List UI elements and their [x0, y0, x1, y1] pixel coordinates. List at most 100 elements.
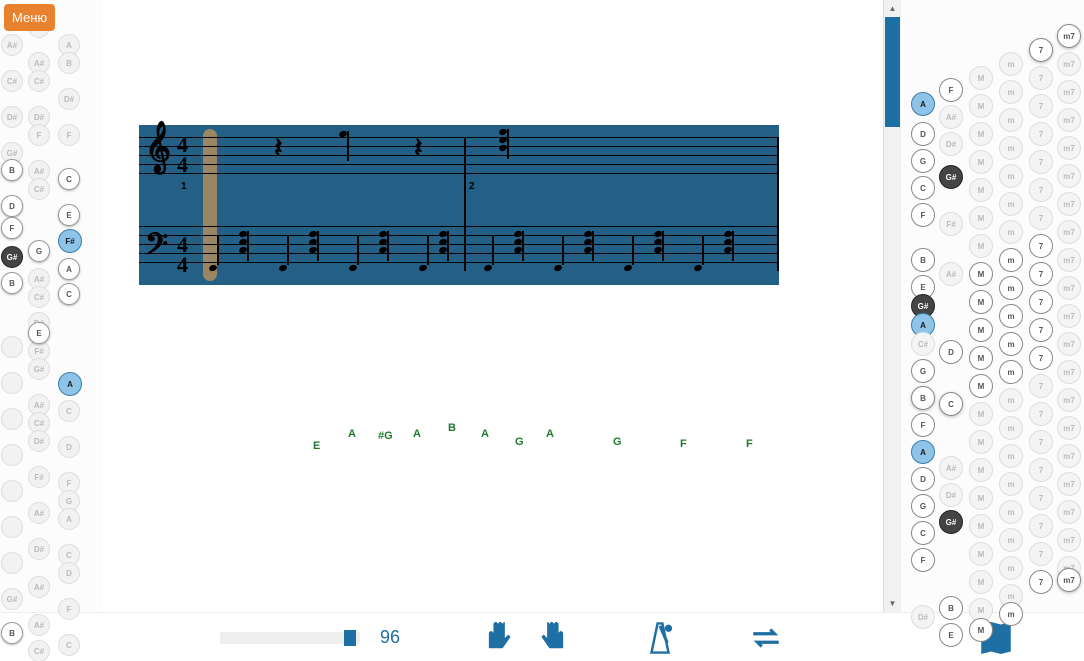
- kb-btn[interactable]: D#: [28, 430, 50, 452]
- kb-btn-major[interactable]: M: [969, 206, 993, 230]
- kb-btn-highlight[interactable]: A: [58, 372, 82, 396]
- kb-btn[interactable]: D#: [939, 483, 963, 507]
- kb-btn-minor[interactable]: m: [999, 416, 1023, 440]
- kb-btn[interactable]: F#: [28, 466, 50, 488]
- kb-btn-m7[interactable]: m7: [1057, 444, 1081, 468]
- kb-btn-m7[interactable]: m7: [1057, 164, 1081, 188]
- kb-btn-m7[interactable]: m7: [1057, 332, 1081, 356]
- kb-btn-7[interactable]: 7: [1029, 94, 1053, 118]
- kb-btn-active[interactable]: G#: [939, 165, 963, 189]
- kb-btn-minor[interactable]: m: [999, 332, 1023, 356]
- kb-btn-7[interactable]: 7: [1029, 290, 1053, 314]
- kb-btn-minor[interactable]: m: [999, 164, 1023, 188]
- kb-btn-minor[interactable]: m: [999, 472, 1023, 496]
- kb-btn[interactable]: [1, 444, 23, 466]
- kb-btn-m7[interactable]: m7: [1057, 360, 1081, 384]
- kb-btn[interactable]: B: [58, 52, 80, 74]
- kb-btn[interactable]: D#: [911, 605, 935, 629]
- kb-btn-major[interactable]: M: [969, 150, 993, 174]
- kb-btn-major[interactable]: M: [969, 262, 993, 286]
- kb-btn-major[interactable]: M: [969, 514, 993, 538]
- kb-btn[interactable]: G: [911, 359, 935, 383]
- kb-btn[interactable]: C: [911, 176, 935, 200]
- kb-btn-m7[interactable]: m7: [1057, 24, 1081, 48]
- kb-btn[interactable]: [1, 408, 23, 430]
- kb-btn-major[interactable]: M: [969, 618, 993, 642]
- kb-btn[interactable]: D: [58, 436, 80, 458]
- kb-btn[interactable]: G#: [28, 358, 50, 380]
- kb-btn[interactable]: G: [911, 149, 935, 173]
- kb-btn-7[interactable]: 7: [1029, 570, 1053, 594]
- kb-btn-major[interactable]: M: [969, 290, 993, 314]
- slider-knob[interactable]: [344, 630, 356, 646]
- kb-btn[interactable]: C#: [1, 70, 23, 92]
- kb-btn-7[interactable]: 7: [1029, 402, 1053, 426]
- kb-btn-m7[interactable]: m7: [1057, 388, 1081, 412]
- kb-btn[interactable]: C: [58, 168, 80, 190]
- kb-btn[interactable]: A#: [939, 456, 963, 480]
- kb-btn-major[interactable]: M: [969, 178, 993, 202]
- kb-btn-minor[interactable]: m: [999, 556, 1023, 580]
- loop-icon[interactable]: [748, 620, 784, 656]
- kb-btn-minor[interactable]: m: [999, 444, 1023, 468]
- kb-btn[interactable]: D#: [28, 538, 50, 560]
- kb-btn-major[interactable]: M: [969, 430, 993, 454]
- kb-btn[interactable]: F: [911, 548, 935, 572]
- kb-btn[interactable]: A#: [28, 614, 50, 636]
- kb-btn-m7[interactable]: m7: [1057, 136, 1081, 160]
- kb-btn[interactable]: C: [58, 283, 80, 305]
- kb-btn-7[interactable]: 7: [1029, 38, 1053, 62]
- kb-btn[interactable]: [1, 552, 23, 574]
- kb-btn[interactable]: B: [1, 622, 23, 644]
- kb-btn-minor[interactable]: m: [999, 192, 1023, 216]
- right-hand-icon[interactable]: [536, 620, 572, 656]
- kb-btn-m7[interactable]: m7: [1057, 472, 1081, 496]
- kb-btn[interactable]: C: [911, 521, 935, 545]
- kb-btn[interactable]: [1, 480, 23, 502]
- kb-btn-7[interactable]: 7: [1029, 122, 1053, 146]
- kb-btn[interactable]: D#: [939, 132, 963, 156]
- kb-btn-minor[interactable]: m: [999, 248, 1023, 272]
- kb-btn-7[interactable]: 7: [1029, 542, 1053, 566]
- scroll-thumb[interactable]: [885, 17, 900, 127]
- kb-btn-major[interactable]: M: [969, 346, 993, 370]
- kb-btn-7[interactable]: 7: [1029, 178, 1053, 202]
- kb-btn-major[interactable]: M: [969, 318, 993, 342]
- kb-btn[interactable]: C#: [28, 640, 50, 661]
- kb-btn[interactable]: A: [58, 258, 80, 280]
- kb-btn-highlight[interactable]: F#: [58, 229, 82, 253]
- kb-btn[interactable]: A#: [1, 34, 23, 56]
- kb-btn-major[interactable]: M: [969, 234, 993, 258]
- kb-btn-m7[interactable]: m7: [1057, 416, 1081, 440]
- kb-btn[interactable]: F: [911, 203, 935, 227]
- kb-btn-major[interactable]: M: [969, 402, 993, 426]
- kb-btn[interactable]: D#: [1, 106, 23, 128]
- kb-btn[interactable]: [1, 516, 23, 538]
- kb-btn-m7[interactable]: m7: [1057, 276, 1081, 300]
- kb-btn-minor[interactable]: m: [999, 220, 1023, 244]
- kb-btn-highlight[interactable]: A: [911, 92, 935, 116]
- kb-btn[interactable]: F: [939, 78, 963, 102]
- kb-btn-7[interactable]: 7: [1029, 346, 1053, 370]
- kb-btn[interactable]: A#: [939, 105, 963, 129]
- kb-btn-minor[interactable]: m: [999, 500, 1023, 524]
- kb-btn[interactable]: A#: [939, 262, 963, 286]
- scroll-down-icon[interactable]: ▼: [884, 595, 901, 612]
- kb-btn[interactable]: C#: [28, 178, 50, 200]
- kb-btn-m7[interactable]: m7: [1057, 500, 1081, 524]
- kb-btn-major[interactable]: M: [969, 122, 993, 146]
- kb-btn-7[interactable]: 7: [1029, 234, 1053, 258]
- kb-btn[interactable]: F: [58, 598, 80, 620]
- kb-btn[interactable]: D#: [58, 88, 80, 110]
- kb-btn[interactable]: E: [58, 204, 80, 226]
- kb-btn[interactable]: C#: [911, 332, 935, 356]
- kb-btn[interactable]: G: [911, 494, 935, 518]
- kb-btn[interactable]: D: [911, 467, 935, 491]
- kb-btn[interactable]: C#: [28, 286, 50, 308]
- kb-btn-7[interactable]: 7: [1029, 206, 1053, 230]
- kb-btn-minor[interactable]: m: [999, 360, 1023, 384]
- kb-btn-7[interactable]: 7: [1029, 374, 1053, 398]
- kb-btn[interactable]: [1, 336, 23, 358]
- kb-btn[interactable]: C#: [28, 70, 50, 92]
- kb-btn-7[interactable]: 7: [1029, 262, 1053, 286]
